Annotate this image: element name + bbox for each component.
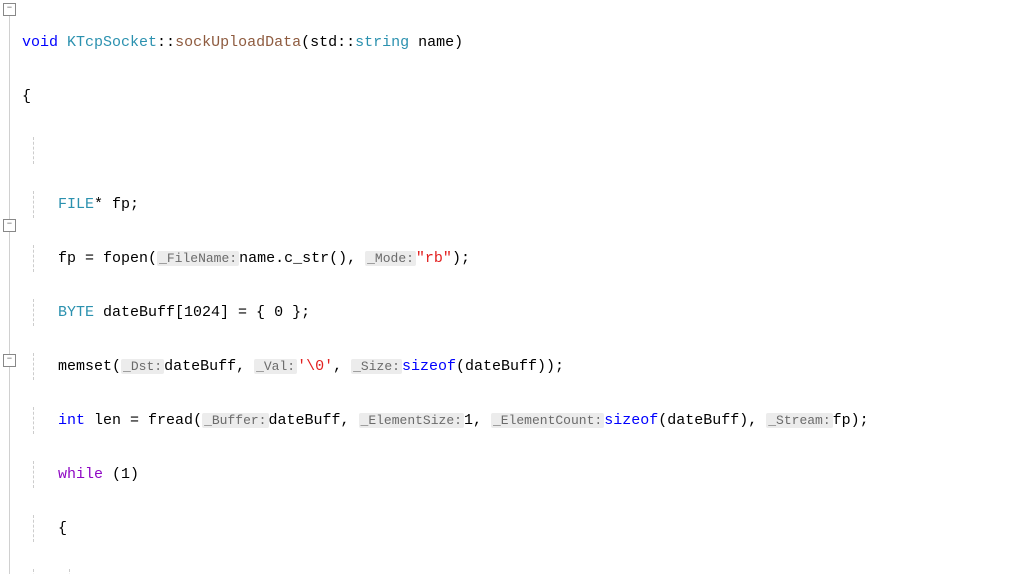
method-name: sockUploadData bbox=[175, 34, 301, 51]
keyword-sizeof: sizeof bbox=[604, 412, 658, 429]
code-line: fp = fopen(_FileName:name.c_str(), _Mode… bbox=[22, 245, 1030, 272]
code-line: void KTcpSocket::sockUploadData(std::str… bbox=[22, 29, 1030, 56]
code-line: BYTE dateBuff[1024] = { 0 }; bbox=[22, 299, 1030, 326]
func-memset: memset bbox=[58, 358, 112, 375]
inlay-hint: _Val: bbox=[254, 359, 297, 374]
keyword-while: while bbox=[58, 466, 103, 483]
code-line: FILE* fp; bbox=[22, 191, 1030, 218]
inlay-hint: _Buffer: bbox=[202, 413, 268, 428]
keyword-sizeof: sizeof bbox=[402, 358, 456, 375]
inlay-hint: _Stream: bbox=[766, 413, 832, 428]
code-line bbox=[22, 137, 1030, 164]
type-file: FILE bbox=[58, 196, 94, 213]
func-fread: fread bbox=[148, 412, 193, 429]
inlay-hint: _Size: bbox=[351, 359, 402, 374]
code-line: int len = fread(_Buffer:dateBuff, _Eleme… bbox=[22, 407, 1030, 434]
code-line: memset(_Dst:dateBuff, _Val:'\0', _Size:s… bbox=[22, 353, 1030, 380]
code-area[interactable]: void KTcpSocket::sockUploadData(std::str… bbox=[18, 0, 1030, 574]
inlay-hint: _Mode: bbox=[365, 251, 416, 266]
char-literal: '\0' bbox=[297, 358, 333, 375]
code-line: { bbox=[22, 515, 1030, 542]
func-fopen: fopen bbox=[103, 250, 148, 267]
code-line bbox=[22, 569, 1030, 574]
param-name: name bbox=[409, 34, 454, 51]
code-editor: void KTcpSocket::sockUploadData(std::str… bbox=[0, 0, 1030, 574]
fold-toggle-icon[interactable] bbox=[3, 354, 16, 367]
string-literal: "rb" bbox=[416, 250, 452, 267]
code-line: while (1) bbox=[22, 461, 1030, 488]
type-string: string bbox=[355, 34, 409, 51]
gutter bbox=[0, 0, 18, 574]
fold-toggle-icon[interactable] bbox=[3, 3, 16, 16]
inlay-hint: _FileName: bbox=[157, 251, 239, 266]
keyword-int: int bbox=[58, 412, 85, 429]
type-byte: BYTE bbox=[58, 304, 94, 321]
inlay-hint: _Dst: bbox=[121, 359, 164, 374]
fold-guide-line bbox=[9, 14, 10, 574]
class-name: KTcpSocket bbox=[67, 34, 157, 51]
inlay-hint: _ElementSize: bbox=[359, 413, 464, 428]
code-line: { bbox=[22, 83, 1030, 110]
keyword-void: void bbox=[22, 34, 58, 51]
fold-toggle-icon[interactable] bbox=[3, 219, 16, 232]
inlay-hint: _ElementCount: bbox=[491, 413, 604, 428]
